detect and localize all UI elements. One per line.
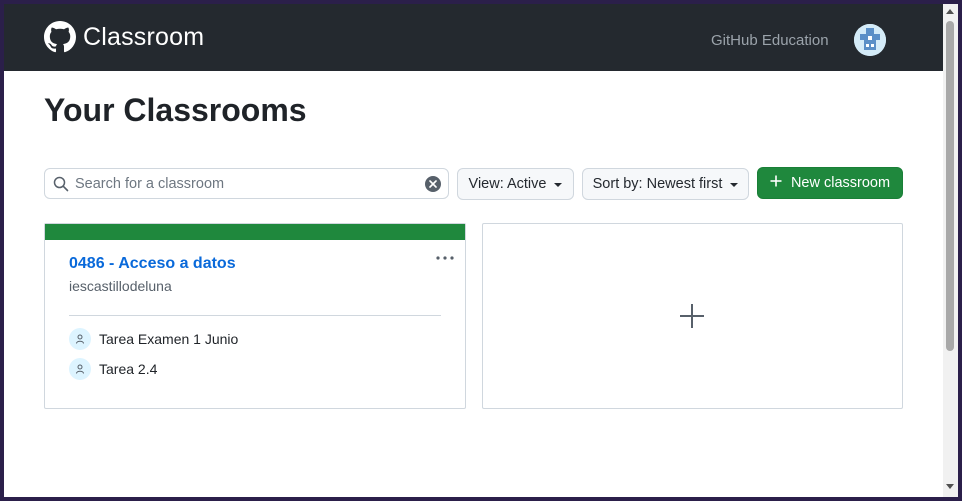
add-classroom-card[interactable]	[482, 223, 903, 409]
plus-icon	[679, 303, 705, 334]
sort-dropdown[interactable]: Sort by: Newest first	[582, 168, 749, 200]
person-icon	[69, 358, 91, 380]
chevron-down-icon	[554, 183, 563, 187]
page-title: Your Classrooms	[44, 92, 307, 128]
classroom-card: 0486 - Acceso a datos iescastillodeluna …	[44, 223, 466, 409]
person-icon	[69, 328, 91, 350]
github-mark-icon	[44, 21, 76, 53]
classroom-title-link[interactable]: 0486 - Acceso a datos	[69, 255, 236, 273]
github-education-link[interactable]: GitHub Education	[711, 32, 829, 49]
scroll-down-arrow-icon[interactable]	[946, 484, 954, 489]
classroom-search-box	[44, 168, 449, 199]
assignment-item[interactable]: Tarea 2.4	[69, 358, 157, 380]
brand-link[interactable]: Classroom	[44, 21, 204, 53]
user-avatar[interactable]	[854, 24, 886, 56]
classroom-organization: iescastillodeluna	[69, 278, 172, 294]
assignment-item[interactable]: Tarea Examen 1 Junio	[69, 328, 238, 350]
search-input[interactable]	[75, 173, 415, 195]
scroll-up-arrow-icon[interactable]	[946, 9, 954, 14]
browser-viewport: Classroom GitHub Education Your Classroo…	[4, 4, 943, 497]
card-color-bar	[45, 224, 465, 240]
clear-search-icon[interactable]	[425, 176, 441, 192]
chevron-down-icon	[730, 183, 739, 187]
search-icon	[53, 176, 69, 197]
brand-name: Classroom	[83, 22, 205, 51]
assignment-label: Tarea Examen 1 Junio	[99, 331, 239, 347]
new-classroom-label: New classroom	[790, 175, 891, 191]
assignment-label: Tarea 2.4	[99, 361, 158, 377]
view-filter-dropdown[interactable]: View: Active	[457, 168, 574, 200]
scrollbar-thumb[interactable]	[946, 21, 954, 351]
new-classroom-button[interactable]: New classroom	[757, 167, 903, 199]
vertical-scrollbar[interactable]	[943, 4, 958, 497]
view-filter-label: View: Active	[468, 176, 547, 192]
top-navigation-bar: Classroom GitHub Education	[4, 4, 943, 71]
kebab-menu-icon[interactable]	[435, 250, 455, 266]
card-divider	[69, 315, 441, 316]
plus-icon	[770, 175, 782, 191]
sort-label: Sort by: Newest first	[592, 176, 723, 192]
